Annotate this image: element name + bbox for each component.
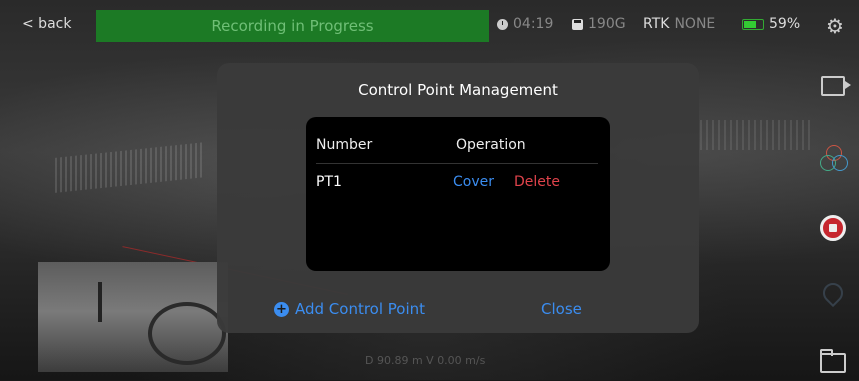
add-control-point-button[interactable]: + Add Control Point: [274, 300, 425, 318]
cover-button[interactable]: Cover: [453, 174, 494, 190]
control-point-table: Number Operation PT1 Cover Delete: [306, 117, 610, 271]
camera-icon: [821, 76, 851, 96]
recording-banner-label: Recording in Progress: [211, 17, 374, 35]
column-header-number: Number: [316, 137, 373, 153]
column-header-operation: Operation: [456, 137, 526, 153]
elapsed-time-value: 04:19: [513, 16, 554, 32]
layers-icon: [818, 143, 848, 173]
battery-indicator: 59%: [742, 16, 800, 32]
camera-preview-thumbnail[interactable]: [38, 262, 228, 372]
storage-value: 190G: [588, 16, 626, 32]
battery-value: 59%: [769, 16, 801, 32]
point-cloud-structure: [700, 120, 810, 150]
record-stop-button[interactable]: [815, 210, 851, 246]
gear-icon[interactable]: ⚙: [826, 14, 844, 38]
row-number: PT1: [316, 174, 342, 190]
battery-icon: [742, 18, 764, 30]
add-control-point-label: Add Control Point: [295, 300, 426, 318]
storage-indicator: 190G: [572, 16, 626, 32]
rtk-status: NONE: [674, 16, 716, 32]
camera-button[interactable]: [815, 68, 851, 104]
storage-icon: [572, 18, 583, 30]
rtk-label: RTK: [643, 16, 670, 32]
dialog-title: Control Point Management: [358, 81, 558, 99]
folder-button[interactable]: [815, 345, 851, 381]
recording-banner: Recording in Progress: [96, 10, 489, 42]
layers-button[interactable]: [815, 140, 851, 176]
rtk-indicator: RTK NONE: [643, 16, 715, 32]
clock-icon: [497, 18, 508, 30]
location-pin-icon: [818, 278, 848, 308]
location-button[interactable]: [815, 275, 851, 311]
close-button[interactable]: Close: [541, 300, 582, 318]
control-point-dialog: Control Point Management Number Operatio…: [217, 63, 699, 333]
table-divider: [316, 163, 598, 164]
folder-icon: [820, 349, 846, 373]
status-bar: < back Recording in Progress 04:19 190G …: [0, 0, 859, 50]
elapsed-time: 04:19: [497, 16, 553, 32]
plus-circle-icon: +: [274, 301, 289, 317]
point-cloud-structure: [55, 142, 205, 193]
record-stop-icon: [820, 215, 846, 241]
distance-velocity-readout: D 90.89 m V 0.00 m/s: [365, 354, 486, 367]
back-button[interactable]: < back: [22, 16, 71, 32]
delete-button[interactable]: Delete: [514, 174, 560, 190]
